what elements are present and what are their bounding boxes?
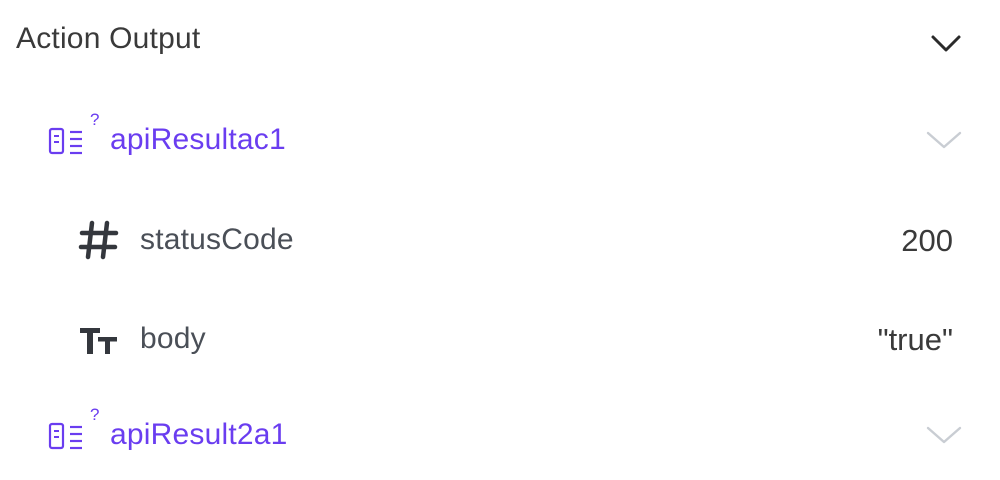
field-row-statuscode[interactable]: statusCode 200 — [0, 195, 1000, 285]
section-title: Action Output — [16, 22, 201, 55]
group-row-apiresult2a1[interactable]: ? apiResult2a1 — [0, 390, 1000, 480]
text-type-icon — [80, 328, 117, 354]
group-label: apiResult2a1 — [110, 418, 288, 451]
chevron-down-icon[interactable] — [924, 422, 964, 448]
field-label: body — [140, 322, 206, 355]
hash-icon — [78, 220, 119, 260]
action-output-header[interactable]: Action Output — [0, 0, 1000, 86]
optional-badge: ? — [90, 405, 99, 424]
group-row-apiresultac1[interactable]: ? apiResultac1 — [0, 95, 1000, 185]
chevron-down-icon[interactable] — [924, 127, 964, 153]
object-icon: ? — [48, 110, 99, 155]
field-value: 200 — [901, 223, 953, 258]
field-label: statusCode — [140, 223, 294, 256]
optional-badge: ? — [90, 110, 99, 129]
object-icon: ? — [48, 405, 99, 450]
field-value: "true" — [877, 322, 953, 357]
chevron-down-icon[interactable] — [928, 26, 964, 62]
field-row-body[interactable]: body "true" — [0, 294, 1000, 384]
group-label: apiResultac1 — [110, 123, 286, 156]
